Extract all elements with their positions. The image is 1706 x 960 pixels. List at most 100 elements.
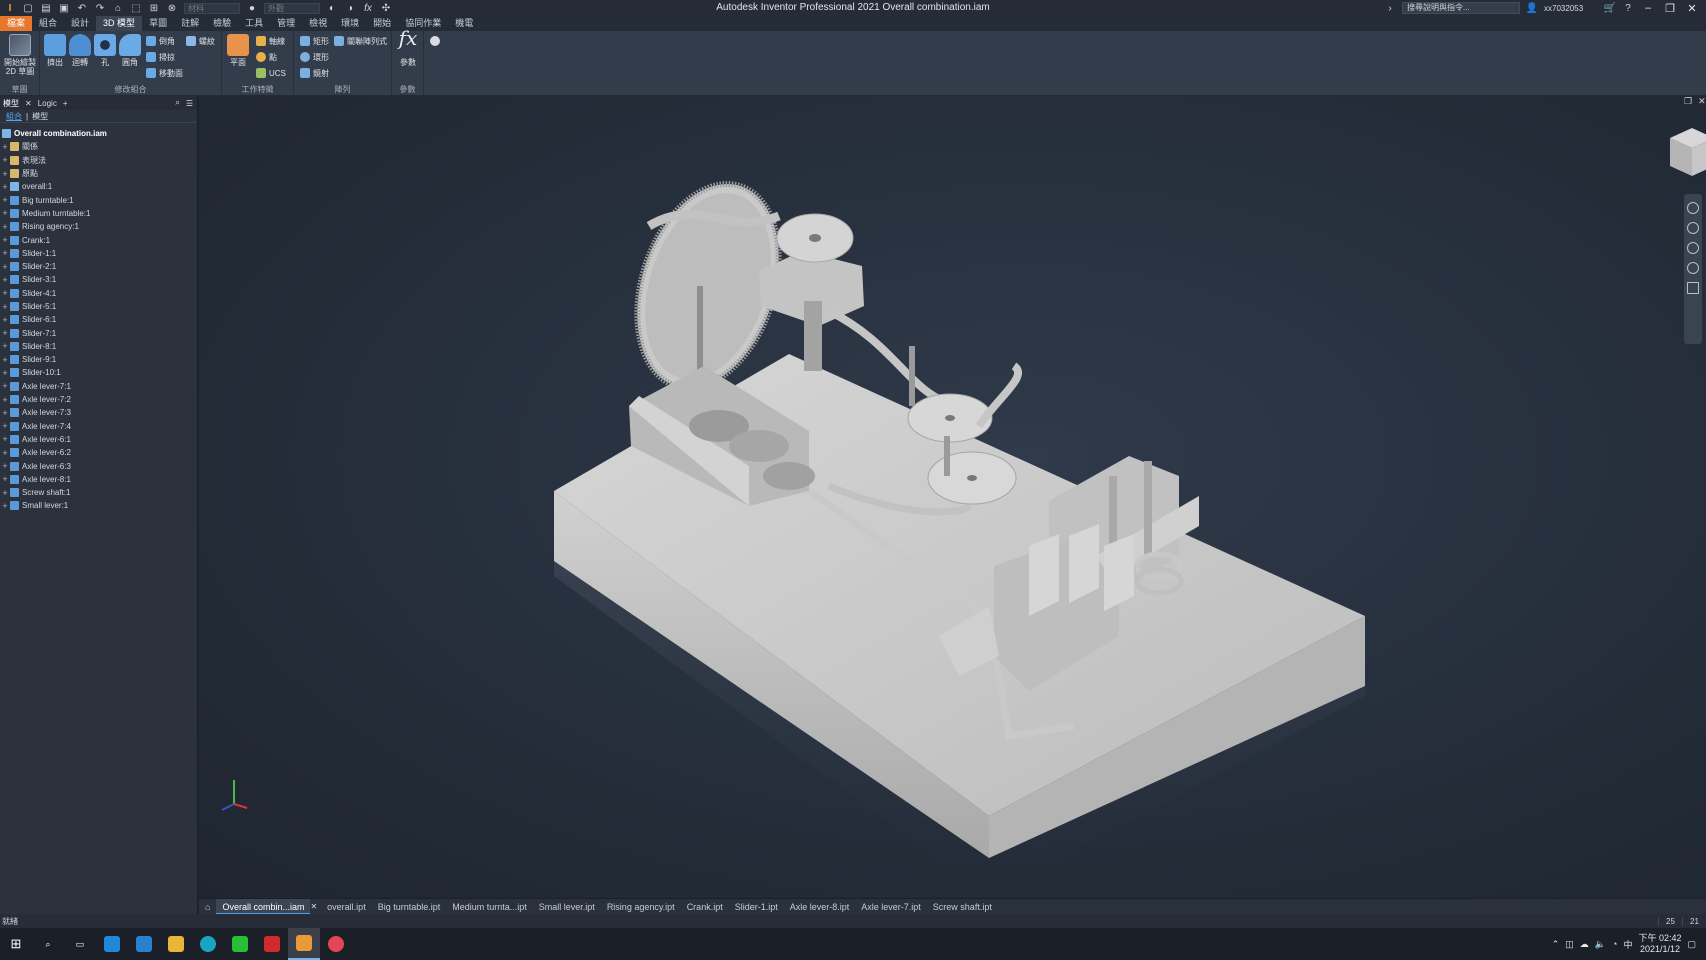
taskbar-mail[interactable] [128,928,160,960]
extrude-button[interactable]: 擠出 [43,34,67,67]
orbit-icon[interactable] [1687,262,1699,274]
tree-item[interactable]: + Big turntable:1 [0,193,197,206]
tree-item[interactable]: + Slider-6:1 [0,313,197,326]
move-face-button[interactable]: 移動面 [146,67,183,79]
help-icon[interactable]: ? [1622,3,1634,14]
tree-item[interactable]: + Axle lever-7:4 [0,420,197,433]
home-icon[interactable]: ⌂ [112,3,124,14]
ribbon-tab-2[interactable]: 設計 [64,16,96,31]
model-render[interactable] [199,96,1706,898]
expand-icon[interactable]: + [0,408,10,418]
minimize-button[interactable]: – [1640,2,1656,14]
graphics-viewport[interactable]: ❐ ✕ [199,96,1706,898]
menu-icon[interactable]: ☰ [186,99,197,108]
expand-icon[interactable]: + [0,421,10,431]
tree-item[interactable]: + Slider-3:1 [0,273,197,286]
expand-icon[interactable]: + [0,302,10,312]
tree-item[interactable]: + Slider-5:1 [0,300,197,313]
document-tab[interactable]: Big turntable.ipt [372,899,447,915]
taskbar-autodesk[interactable] [96,928,128,960]
mirror-button[interactable]: 鏡射 [300,67,329,79]
expand-icon[interactable]: + [0,155,10,165]
cart-icon[interactable]: 🛒 [1604,3,1616,14]
thread-button[interactable]: 螺紋 [186,35,215,47]
expand-icon[interactable]: + [0,315,10,325]
ribbon-tab-0[interactable]: 檔案 [0,16,33,31]
tree-item[interactable]: + Slider-10:1 [0,366,197,379]
fx-icon[interactable]: fx [362,3,374,14]
redo-icon[interactable]: ↷ [94,3,106,14]
home-tab-icon[interactable]: ⌂ [199,899,216,915]
clock[interactable]: 下午 02:42 2021/1/12 [1638,933,1681,955]
maximize-icon[interactable]: ❐ [1684,96,1692,108]
expand-icon[interactable]: + [0,195,10,205]
close-window-button[interactable]: ✕ [1684,2,1700,15]
document-tab[interactable]: Overall combin...iam [216,898,311,915]
sweep-button[interactable]: 掃掠 [146,51,175,63]
expand-icon[interactable]: + [0,222,10,232]
cloud-icon[interactable]: ☁ [1580,939,1589,950]
taskbar-app[interactable] [320,928,352,960]
taskbar-acrobat[interactable] [256,928,288,960]
expand-icon[interactable]: + [0,381,10,391]
rect-pattern-button[interactable]: 矩形 [300,35,329,47]
expand-icon[interactable]: + [0,461,10,471]
fillet-button[interactable]: 圓角 [118,34,142,67]
tree-item[interactable]: + 表現法 [0,154,197,167]
taskbar-explorer[interactable] [160,928,192,960]
steering-wheel-icon[interactable] [1687,202,1699,214]
expand-icon[interactable]: + [0,248,10,258]
network-icon[interactable]: ◫ [1565,939,1574,950]
tree-item[interactable]: + Axle lever-6:1 [0,433,197,446]
ribbon-tab-5[interactable]: 註解 [174,16,206,31]
view-face-icon[interactable] [1687,282,1699,294]
tree-item[interactable]: + Axle lever-7:1 [0,380,197,393]
subtab-modeling[interactable]: 模型 [32,111,48,122]
tree-item[interactable]: + Slider-4:1 [0,287,197,300]
expand-icon[interactable]: + [0,448,10,458]
close-icon[interactable]: ✕ [25,99,32,108]
expand-icon[interactable]: + [0,341,10,351]
tree-item[interactable]: + Slider-2:1 [0,260,197,273]
document-tab[interactable]: Rising agency.ipt [601,899,681,915]
hole-button[interactable]: 孔 [93,34,117,67]
ribbon-tab-13[interactable]: 機電 [448,16,480,31]
save-icon[interactable]: ▣ [58,3,70,14]
pattern-component-button[interactable]: 關聯陣列式 [334,35,387,47]
customize-icon[interactable]: ✣ [380,3,392,14]
ribbon-tab-8[interactable]: 管理 [270,16,302,31]
tab-logic[interactable]: Logic [38,99,57,108]
expand-icon[interactable]: + [0,434,10,444]
new-file-icon[interactable]: ▢ [22,3,34,14]
tree-item[interactable]: + overall:1 [0,180,197,193]
axis-button[interactable]: 軸線 [256,35,285,47]
tree-item[interactable]: + Rising agency:1 [0,220,197,233]
expand-icon[interactable]: + [0,474,10,484]
ribbon-tab-6[interactable]: 檢驗 [206,16,238,31]
taskbar-search[interactable]: ⌕ [32,928,64,960]
document-tab[interactable]: Axle lever-7.ipt [855,899,927,915]
select-icon[interactable]: ⬚ [130,3,142,14]
add-panel-button[interactable] [430,35,440,47]
expand-icon[interactable]: + [0,355,10,365]
undo-icon[interactable]: ↶ [76,3,88,14]
tree-item[interactable]: + Screw shaft:1 [0,486,197,499]
expand-icon[interactable]: + [0,488,10,498]
tree-item[interactable]: + Slider-1:1 [0,247,197,260]
pan-icon[interactable] [1687,222,1699,234]
zoom-icon[interactable] [1687,242,1699,254]
plane-button[interactable]: 平面 [226,34,250,67]
clear-override-icon[interactable]: ◑ [344,3,356,14]
document-tab[interactable]: Screw shaft.ipt [927,899,998,915]
close-viewport-icon[interactable]: ✕ [1698,96,1706,108]
expand-arrow-icon[interactable]: › [1384,3,1396,14]
inventor-logo-icon[interactable]: I [4,3,16,14]
appearance-icon[interactable]: ● [246,3,258,14]
start-button[interactable]: ⊞ [0,928,32,960]
ucs-button[interactable]: UCS [256,67,286,79]
update-icon[interactable]: ⊞ [148,3,160,14]
expand-icon[interactable]: + [0,501,10,511]
document-tab[interactable]: Medium turnta...ipt [446,899,533,915]
chamfer-button[interactable]: 倒角 [146,35,175,47]
start-2d-sketch-button[interactable]: 開始繪製 2D 草圖 [2,34,38,76]
